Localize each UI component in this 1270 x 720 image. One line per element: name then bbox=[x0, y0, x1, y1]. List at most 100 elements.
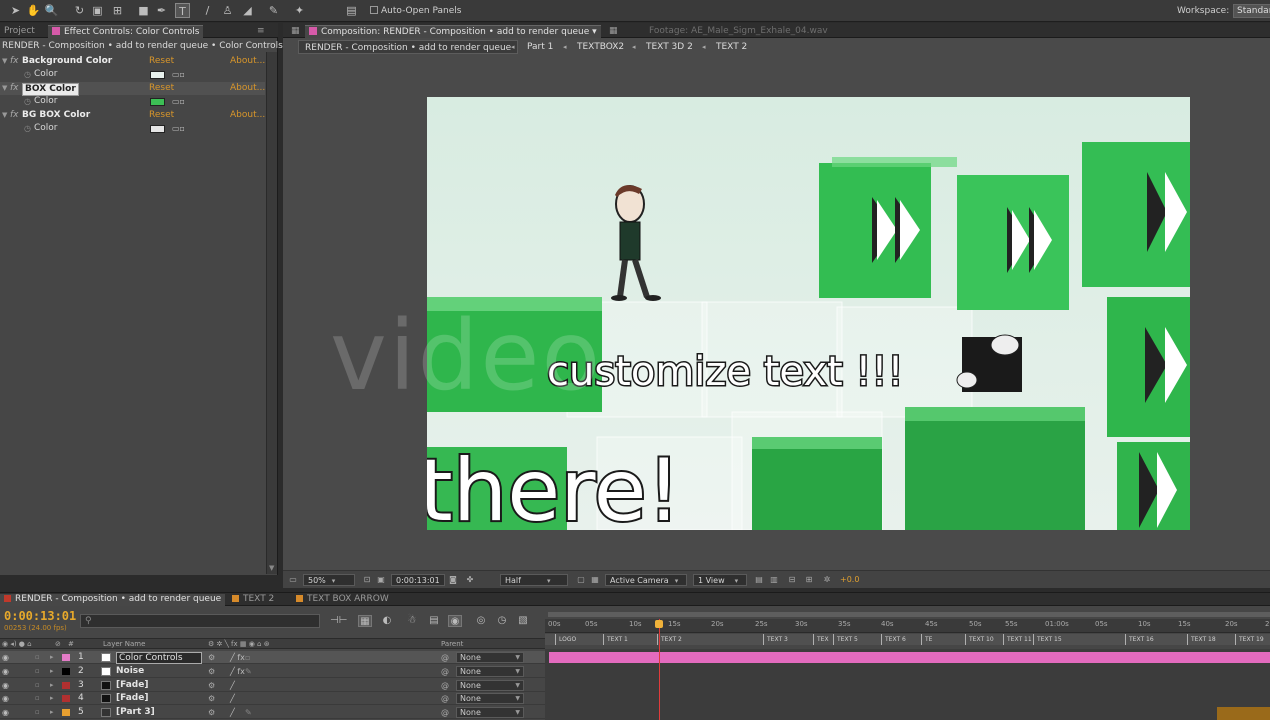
color-swatch[interactable] bbox=[150, 71, 165, 79]
layer-name[interactable]: [Fade] bbox=[116, 692, 148, 705]
label-color[interactable] bbox=[62, 695, 70, 702]
roto-brush-tool-icon[interactable]: ✎ bbox=[266, 3, 281, 18]
fx-icon[interactable]: fx bbox=[10, 82, 19, 95]
expand-triangle-icon[interactable]: ▼ bbox=[2, 109, 7, 122]
pan-behind-tool-icon[interactable]: ⊞ bbox=[110, 3, 125, 18]
tab-footage[interactable]: Footage: AE_Male_Sigm_Exhale_04.wav bbox=[645, 25, 832, 38]
graph-editor-icon[interactable]: ◎ bbox=[474, 615, 488, 627]
parent-header[interactable]: Parent bbox=[441, 639, 463, 649]
blend-switch-icon[interactable]: ✎ bbox=[245, 706, 252, 719]
layer-row[interactable]: ◉ ▫ ▸ 2 Noise ⚙ ╱ fx ✎ @ None ▼ bbox=[0, 665, 545, 678]
expand-triangle-icon[interactable]: ▼ bbox=[2, 55, 7, 68]
layer-row[interactable]: ◉ ▫ ▸ 1 Color Controls ⚙ ╱ fx ▫ @ None ▼ bbox=[0, 651, 545, 664]
time-ruler[interactable]: 00s 05s 10s 15s 20s 25s 30s 35s 40s 45s 50s 55s 01:0… bbox=[545, 619, 1270, 633]
comp-marker[interactable]: TEXT 15 bbox=[1033, 634, 1062, 645]
text-tool-icon[interactable]: T bbox=[175, 3, 190, 18]
draft-3d-icon[interactable]: ◐ bbox=[380, 615, 394, 627]
quality-switch-icon[interactable]: ╱ bbox=[230, 692, 235, 705]
effect-row-box-color[interactable]: ▼ fx BOX Color Reset About... bbox=[0, 82, 265, 96]
pick-whip-icon[interactable]: @ bbox=[441, 706, 449, 719]
layer-name[interactable]: [Fade] bbox=[116, 679, 148, 692]
layer-name-field[interactable]: Color Controls bbox=[116, 652, 202, 664]
eyedropper-icon[interactable]: ▭▫ bbox=[172, 97, 185, 106]
playhead-handle[interactable] bbox=[655, 620, 663, 628]
eye-icon[interactable]: ◉ bbox=[2, 692, 9, 705]
label-color[interactable] bbox=[62, 682, 70, 689]
zoom-select[interactable]: 50% ▾ bbox=[303, 574, 355, 586]
about-link[interactable]: About... bbox=[230, 55, 265, 68]
lock-icon[interactable]: ▫ bbox=[35, 679, 40, 692]
layer-row[interactable]: ◉ ▫ ▸ 3 [Fade] ⚙ ╱ @ None ▼ bbox=[0, 679, 545, 692]
parent-select[interactable]: None ▼ bbox=[456, 652, 524, 663]
rectangle-tool-icon[interactable]: ■ bbox=[136, 3, 151, 18]
crumb-render[interactable]: RENDER - Composition • add to render que… bbox=[298, 40, 519, 54]
brush-tool-icon[interactable]: / bbox=[200, 3, 215, 18]
tab-timeline-text-2[interactable]: TEXT 2 bbox=[228, 594, 278, 606]
expand-triangle-icon[interactable]: ▸ bbox=[50, 706, 54, 719]
hand-tool-icon[interactable]: ✋ bbox=[26, 3, 41, 18]
workspace-select[interactable]: Standard bbox=[1233, 4, 1270, 18]
label-color[interactable] bbox=[62, 668, 70, 675]
comp-mini-flowchart-icon[interactable]: ⊣⊢ bbox=[330, 615, 347, 627]
zoom-tool-icon[interactable]: 🔍 bbox=[44, 3, 59, 18]
pen-tool-icon[interactable]: ✒ bbox=[154, 3, 169, 18]
expand-triangle-icon[interactable]: ▸ bbox=[50, 651, 54, 664]
crumb-text-2[interactable]: TEXT 2 bbox=[710, 40, 753, 54]
eye-icon[interactable]: ◉ bbox=[2, 665, 9, 678]
panel-menu-icon[interactable]: ≡ bbox=[253, 25, 269, 38]
eyedropper-icon[interactable]: ▭▫ bbox=[172, 124, 185, 133]
selection-tool-icon[interactable]: ➤ bbox=[8, 3, 23, 18]
label-color[interactable] bbox=[62, 654, 70, 661]
comp-marker[interactable]: TEXT 10 bbox=[965, 634, 994, 645]
comp-marker[interactable]: TEXT 6 bbox=[881, 634, 906, 645]
region-of-interest-icon[interactable]: ▢ bbox=[575, 574, 587, 586]
current-time-indicator[interactable] bbox=[659, 619, 660, 720]
lock-icon[interactable]: ▫ bbox=[35, 692, 40, 705]
comp-marker[interactable]: TEXT 11 bbox=[1003, 634, 1032, 645]
shy-switch-icon[interactable]: ⚙ bbox=[208, 665, 215, 678]
crumb-text-3d-2[interactable]: TEXT 3D 2 bbox=[640, 40, 699, 54]
left-panel-scrollbar[interactable]: ▼ bbox=[266, 52, 277, 574]
view-layout-select[interactable]: 1 View ▾ bbox=[693, 574, 747, 586]
parent-select[interactable]: None ▼ bbox=[456, 693, 524, 704]
expand-triangle-icon[interactable]: ▸ bbox=[50, 692, 54, 705]
color-swatch[interactable] bbox=[150, 125, 165, 133]
resolution-select[interactable]: Half ▾ bbox=[500, 574, 568, 586]
axis-mode-icon[interactable]: ▤ bbox=[344, 3, 359, 18]
crumb-textbox2[interactable]: TEXTBOX2 bbox=[571, 40, 630, 54]
brainstorm-icon[interactable]: ◷ bbox=[495, 615, 509, 627]
always-preview-icon[interactable]: ▭ bbox=[287, 574, 299, 586]
current-time-field[interactable]: 0:00:13:01 bbox=[391, 574, 445, 586]
quality-switch-icon[interactable]: ╱ bbox=[230, 706, 235, 719]
lock-icon[interactable]: ▫ bbox=[35, 651, 40, 664]
comp-marker[interactable]: TEXT 18 bbox=[1187, 634, 1216, 645]
timeline-search-input[interactable]: ⚲ bbox=[80, 614, 320, 628]
expand-triangle-icon[interactable]: ▼ bbox=[2, 82, 7, 95]
layer-row[interactable]: ◉ ▫ ▸ 5 [Part 3] ⚙ ╱ ✎ @ None ▼ bbox=[0, 706, 545, 719]
about-link[interactable]: About... bbox=[230, 109, 265, 122]
expand-triangle-icon[interactable]: ▸ bbox=[50, 679, 54, 692]
eye-icon[interactable]: ◉ bbox=[2, 651, 9, 664]
frame-blending-icon[interactable]: ▤ bbox=[427, 615, 441, 627]
channel-icon[interactable]: ✤ bbox=[464, 574, 476, 586]
pick-whip-icon[interactable]: @ bbox=[441, 651, 449, 664]
comp-marker[interactable]: TEXT 5 bbox=[833, 634, 858, 645]
expand-triangle-icon[interactable]: ▸ bbox=[50, 665, 54, 678]
comp-marker[interactable]: TEXT 19 bbox=[1235, 634, 1264, 645]
effect-row-bg-box-color[interactable]: ▼ fx BG BOX Color Reset About... bbox=[0, 109, 265, 122]
stopwatch-icon[interactable]: ◷ bbox=[24, 122, 31, 135]
fast-previews-icon[interactable]: ▥ bbox=[768, 574, 780, 586]
tab-effect-controls[interactable]: Effect Controls: Color Controls bbox=[48, 25, 204, 38]
mask-visibility-icon[interactable]: ▣ bbox=[375, 574, 387, 586]
snapshot-icon[interactable]: ◙ bbox=[447, 574, 459, 586]
fx-icon[interactable]: fx bbox=[10, 55, 19, 68]
lock-icon[interactable]: ▫ bbox=[35, 706, 40, 719]
shy-layers-icon[interactable]: ☃ bbox=[405, 615, 419, 627]
lock-icon[interactable]: ▫ bbox=[35, 665, 40, 678]
pick-whip-icon[interactable]: @ bbox=[441, 692, 449, 705]
eraser-tool-icon[interactable]: ◢ bbox=[240, 3, 255, 18]
timeline-icon[interactable]: ⊟ bbox=[786, 574, 798, 586]
safe-zones-icon[interactable]: ⊡ bbox=[361, 574, 373, 586]
comp-flowchart-icon[interactable]: ⊞ bbox=[803, 574, 815, 586]
transparency-grid-icon[interactable]: ▦ bbox=[589, 574, 601, 586]
